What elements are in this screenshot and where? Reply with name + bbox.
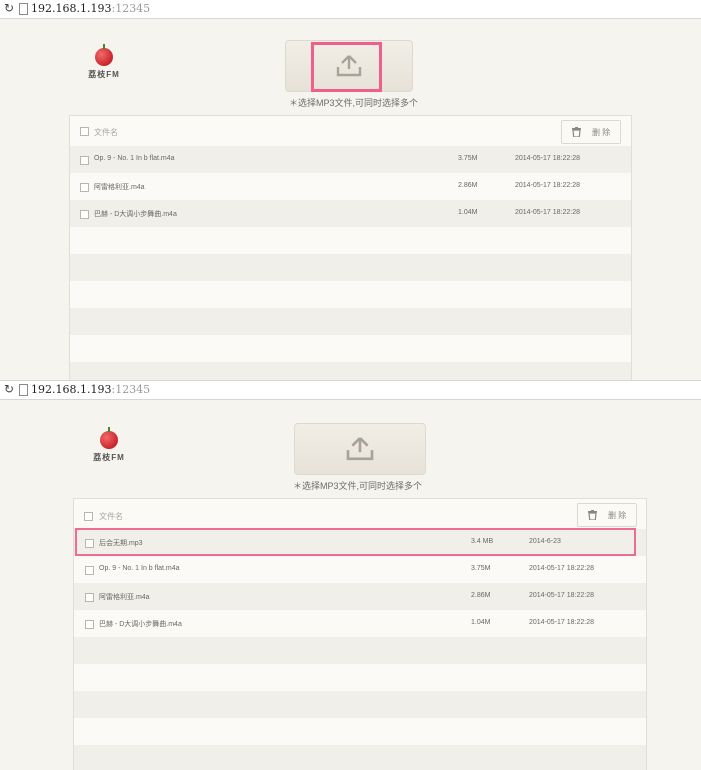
row-checkbox[interactable]: [80, 156, 89, 165]
file-size: 1.04M: [471, 619, 491, 626]
file-name: 阿雷格利亚.m4a: [94, 184, 145, 191]
table-row[interactable]: Op. 9 - No. 1 In b flat.m4a 3.75M 2014-0…: [70, 146, 631, 174]
empty-row: [70, 254, 631, 282]
column-filename: 文件名: [94, 128, 118, 137]
empty-row: [70, 362, 631, 380]
row-checkbox[interactable]: [85, 593, 94, 602]
file-table: 文件名 删 除 Op. 9 - No. 1 In b flat.m4a 3.75…: [69, 115, 632, 380]
url-text[interactable]: 192.168.1.193:12345: [31, 2, 150, 15]
address-bar[interactable]: ↻ 192.168.1.193:12345: [0, 0, 701, 19]
delete-label: 删 除: [608, 511, 627, 520]
row-checkbox[interactable]: [80, 183, 89, 192]
file-name: 阿雷格利亚.m4a: [99, 594, 150, 601]
page-icon: [19, 3, 28, 15]
file-size: 3.75M: [458, 155, 478, 162]
upload-icon: [346, 437, 374, 461]
file-date: 2014-05-17 18:22:28: [529, 565, 594, 572]
column-filename: 文件名: [99, 512, 123, 521]
table-row[interactable]: 阿雷格利亚.m4a 2.86M 2014-05-17 18:22:28: [74, 583, 646, 611]
empty-row: [70, 308, 631, 336]
lychee-logo: 荔枝FM: [89, 427, 129, 463]
delete-label: 删 除: [592, 128, 611, 137]
new-file-highlight-box: [75, 528, 636, 556]
screenshot-before-upload: ↻ 192.168.1.193:12345 荔枝FM ＊选择MP3文件,可同时选…: [0, 0, 701, 380]
empty-row: [74, 718, 646, 746]
file-date: 2014-05-17 18:22:28: [529, 619, 594, 626]
table-header: 文件名 删 除: [74, 499, 646, 530]
reload-icon[interactable]: ↻: [4, 1, 14, 15]
table-row[interactable]: Op. 9 - No. 1 In b flat.m4a 3.75M 2014-0…: [74, 556, 646, 584]
url-port: :12345: [111, 383, 151, 396]
table-header: 文件名 删 除: [70, 116, 631, 147]
empty-row: [70, 227, 631, 255]
file-date: 2014-05-17 18:22:28: [515, 155, 580, 162]
page-icon: [19, 384, 28, 396]
empty-row: [74, 664, 646, 692]
select-all-checkbox[interactable]: [84, 512, 93, 521]
empty-row: [70, 335, 631, 363]
file-size: 1.04M: [458, 209, 478, 216]
upload-button[interactable]: [294, 423, 426, 475]
empty-row: [74, 691, 646, 719]
file-size: 3.75M: [471, 565, 491, 572]
row-checkbox[interactable]: [85, 620, 94, 629]
file-size: 2.86M: [471, 592, 491, 599]
lychee-logo: 荔枝FM: [84, 44, 124, 80]
empty-row: [70, 281, 631, 309]
file-size: 2.86M: [458, 182, 478, 189]
select-all-checkbox[interactable]: [80, 127, 89, 136]
upload-highlight-box: [311, 42, 382, 92]
address-bar[interactable]: ↻ 192.168.1.193:12345: [0, 381, 701, 400]
row-checkbox[interactable]: [85, 566, 94, 575]
upload-hint: ＊选择MP3文件,可同时选择多个: [289, 98, 419, 108]
screenshot-after-upload: ↻ 192.168.1.193:12345 荔枝FM ＊选择MP3文件,可同时选…: [0, 380, 701, 770]
trash-icon: [588, 510, 597, 520]
file-name: Op. 9 - No. 1 In b flat.m4a: [94, 155, 175, 162]
url-host: 192.168.1.193: [31, 383, 112, 396]
empty-row: [74, 745, 646, 770]
logo-text: 荔枝FM: [88, 70, 120, 79]
lychee-icon: [100, 427, 118, 449]
empty-row: [74, 637, 646, 665]
file-name: 巴赫 - D大调小步舞曲.m4a: [99, 621, 182, 628]
trash-icon: [572, 127, 581, 137]
url-port: :12345: [111, 2, 151, 15]
url-host: 192.168.1.193: [31, 2, 112, 15]
table-row[interactable]: 阿雷格利亚.m4a 2.86M 2014-05-17 18:22:28: [70, 173, 631, 201]
table-row[interactable]: 巴赫 - D大调小步舞曲.m4a 1.04M 2014-05-17 18:22:…: [74, 610, 646, 638]
file-date: 2014-05-17 18:22:28: [529, 592, 594, 599]
file-name: Op. 9 - No. 1 In b flat.m4a: [99, 565, 180, 572]
row-checkbox[interactable]: [80, 210, 89, 219]
url-text[interactable]: 192.168.1.193:12345: [31, 383, 150, 396]
file-date: 2014-05-17 18:22:28: [515, 209, 580, 216]
table-row[interactable]: 巴赫 - D大调小步舞曲.m4a 1.04M 2014-05-17 18:22:…: [70, 200, 631, 228]
file-name: 巴赫 - D大调小步舞曲.m4a: [94, 211, 177, 218]
lychee-icon: [95, 44, 113, 66]
logo-text: 荔枝FM: [93, 453, 125, 462]
upload-hint: ＊选择MP3文件,可同时选择多个: [293, 481, 423, 491]
delete-button[interactable]: 删 除: [561, 120, 621, 144]
reload-icon[interactable]: ↻: [4, 382, 14, 396]
delete-button[interactable]: 删 除: [577, 503, 637, 527]
file-date: 2014-05-17 18:22:28: [515, 182, 580, 189]
